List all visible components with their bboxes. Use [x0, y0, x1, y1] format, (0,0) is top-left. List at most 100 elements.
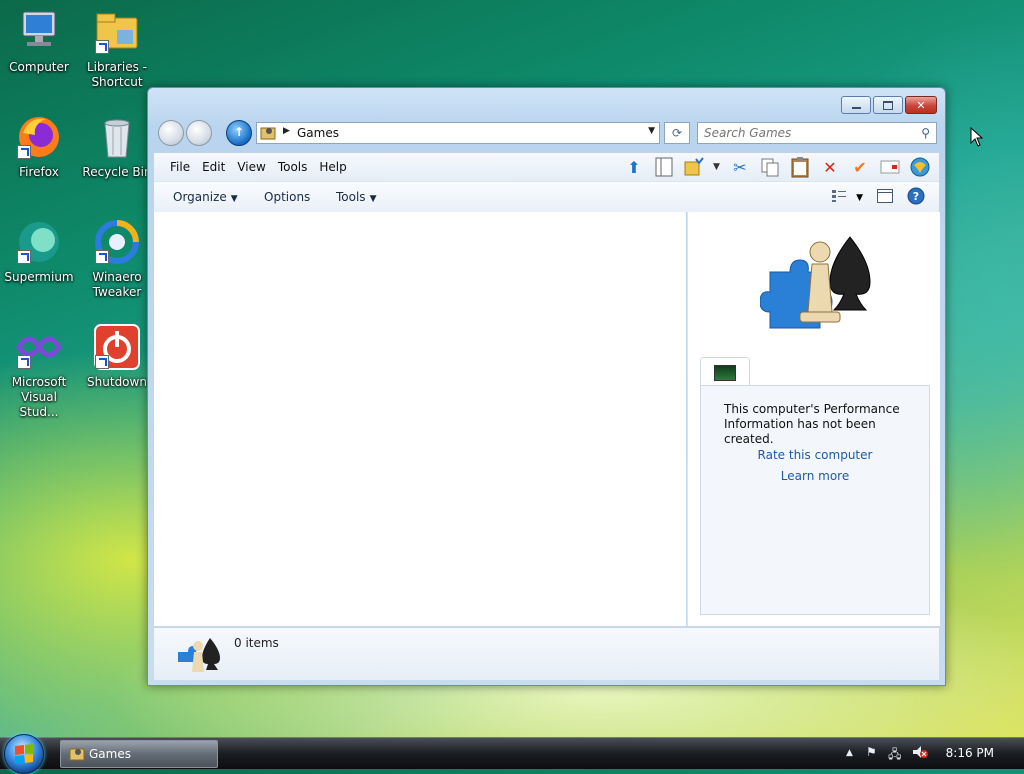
windows-logo-icon — [15, 744, 33, 764]
firefox-icon — [15, 113, 63, 161]
menu-edit[interactable]: Edit — [196, 160, 231, 174]
shutdown-icon — [93, 323, 141, 371]
show-hidden-icons-icon[interactable]: ▲ — [846, 748, 853, 758]
toolbar-icons: ⬆ ▼ ✂ ✕ ✔ — [623, 156, 931, 178]
shortcut-arrow-icon — [17, 145, 31, 159]
performance-tab[interactable] — [700, 357, 750, 386]
performance-message: This computer's Performance Information … — [724, 402, 900, 446]
menu-view[interactable]: View — [231, 160, 271, 174]
properties-check-icon[interactable]: ✔ — [849, 156, 871, 178]
chevron-down-icon: ▼ — [369, 194, 377, 204]
minimize-icon — [842, 97, 870, 113]
close-icon: ✕ — [916, 98, 926, 112]
refresh-button[interactable]: ⟳ — [664, 122, 690, 144]
organize-button[interactable]: Organize ▼ — [173, 190, 238, 204]
desktop-icon-label: Firefox — [19, 165, 59, 179]
desktop-icon-computer[interactable]: Computer — [0, 8, 78, 75]
system-tray: ▲ ⚑ 🖧 8:16 PM — [834, 738, 1024, 769]
learn-more-link[interactable]: Learn more — [701, 469, 929, 483]
desktop-icon-visual-studio[interactable]: Microsoft Visual Stud... — [0, 323, 78, 420]
games-taskbar-icon — [69, 746, 85, 764]
menu-file[interactable]: File — [164, 160, 196, 174]
taskbar-games-button[interactable]: Games — [60, 740, 218, 768]
tools-button[interactable]: Tools ▼ — [336, 190, 376, 204]
desktop-icon-label: Shutdown — [87, 375, 147, 389]
libraries-icon — [93, 8, 141, 56]
volume-muted-icon[interactable] — [912, 745, 928, 762]
games-folder-icon — [260, 125, 276, 140]
winaero-tweaker-icon — [93, 218, 141, 266]
views-dropdown-icon: ▼ — [856, 192, 863, 203]
chevron-down-icon: ▼ — [230, 194, 238, 204]
desktop-icon-label: Winaero Tweaker — [92, 270, 142, 299]
desktop-icon-supermium[interactable]: Supermium — [0, 218, 78, 285]
taskbar: Games ▲ ⚑ 🖧 8:16 PM — [0, 734, 1024, 774]
item-count: 0 items — [234, 636, 279, 650]
command-bar: Organize ▼ Options Tools ▼ ▼ ? — [154, 181, 939, 213]
details-pane: This computer's Performance Information … — [687, 212, 940, 626]
desktop-icon-label: Supermium — [4, 270, 74, 284]
games-small-icon — [174, 634, 220, 679]
paste-icon[interactable] — [789, 156, 811, 178]
close-button[interactable]: ✕ — [905, 96, 937, 114]
maximize-button[interactable] — [873, 96, 903, 114]
tools-label: Tools — [336, 190, 366, 204]
network-icon[interactable]: 🖧 — [888, 745, 901, 766]
shortcut-arrow-icon — [95, 250, 109, 264]
minimize-button[interactable] — [841, 96, 871, 114]
select-folder-icon[interactable] — [683, 156, 705, 178]
shortcut-arrow-icon — [95, 40, 109, 54]
recycle-bin-icon — [93, 113, 141, 161]
help-icon[interactable]: ? — [907, 187, 925, 208]
menu-help[interactable]: Help — [313, 160, 352, 174]
delete-icon[interactable]: ✕ — [819, 156, 841, 178]
forward-button[interactable] — [186, 120, 212, 146]
desktop-icon-winaero-tweaker[interactable]: Winaero Tweaker — [78, 218, 156, 300]
refresh-icon: ⟳ — [671, 126, 683, 140]
address-dropdown-icon[interactable]: ▼ — [648, 126, 655, 136]
search-icon[interactable]: ⚲ — [921, 126, 930, 140]
rate-this-computer-link[interactable]: Rate this computer — [701, 448, 929, 462]
folders-pane-icon[interactable] — [653, 156, 675, 178]
address-bar[interactable]: ▶ Games ▼ — [256, 122, 660, 144]
desktop-icon-label: Computer — [9, 60, 69, 74]
menu-tools[interactable]: Tools — [272, 160, 314, 174]
cut-icon[interactable]: ✂ — [729, 156, 751, 178]
computer-icon — [15, 8, 63, 56]
window-caption-buttons: ✕ — [841, 96, 937, 114]
supermium-icon — [15, 218, 63, 266]
desktop-icon-libraries[interactable]: Libraries - Shortcut — [78, 8, 156, 90]
desktop-icon-recycle-bin[interactable]: Recycle Bin — [78, 113, 156, 180]
back-button[interactable] — [158, 120, 184, 146]
performance-monitor-icon — [714, 365, 736, 381]
up-folder-icon[interactable]: ⬆ — [623, 156, 645, 178]
desktop-icon-label: Recycle Bin — [82, 165, 152, 179]
organize-label: Organize — [173, 190, 227, 204]
file-list-area[interactable] — [154, 212, 686, 626]
search-box[interactable]: ⚲ — [697, 122, 937, 144]
desktop-icon-shutdown[interactable]: Shutdown — [78, 323, 156, 390]
action-center-flag-icon[interactable]: ⚑ — [866, 745, 877, 759]
desktop-icon-label: Microsoft Visual Stud... — [11, 375, 67, 419]
email-icon[interactable] — [879, 156, 901, 178]
up-button[interactable]: ↑ — [226, 120, 252, 146]
select-dropdown-icon[interactable]: ▼ — [713, 162, 721, 172]
shortcut-arrow-icon — [17, 250, 31, 264]
views-icon — [832, 190, 847, 205]
views-button[interactable]: ▼ — [832, 190, 863, 205]
menu-bar: File Edit View Tools Help ⬆ ▼ ✂ ✕ ✔ — [154, 152, 939, 181]
internet-globe-icon[interactable] — [909, 156, 931, 178]
start-button[interactable] — [4, 734, 44, 774]
address-path[interactable]: Games — [297, 126, 339, 140]
visual-studio-icon — [15, 323, 63, 371]
options-button[interactable]: Options — [264, 190, 310, 204]
clock[interactable]: 8:16 PM — [946, 746, 994, 760]
games-logo-icon — [759, 232, 880, 335]
desktop-icon-firefox[interactable]: Firefox — [0, 113, 78, 180]
copy-icon[interactable] — [759, 156, 781, 178]
preview-pane-icon[interactable] — [877, 189, 893, 206]
performance-info-panel: This computer's Performance Information … — [700, 385, 930, 615]
search-input[interactable] — [702, 125, 906, 141]
breadcrumb-arrow-icon[interactable]: ▶ — [283, 126, 290, 136]
status-bar: 0 items — [154, 627, 939, 680]
